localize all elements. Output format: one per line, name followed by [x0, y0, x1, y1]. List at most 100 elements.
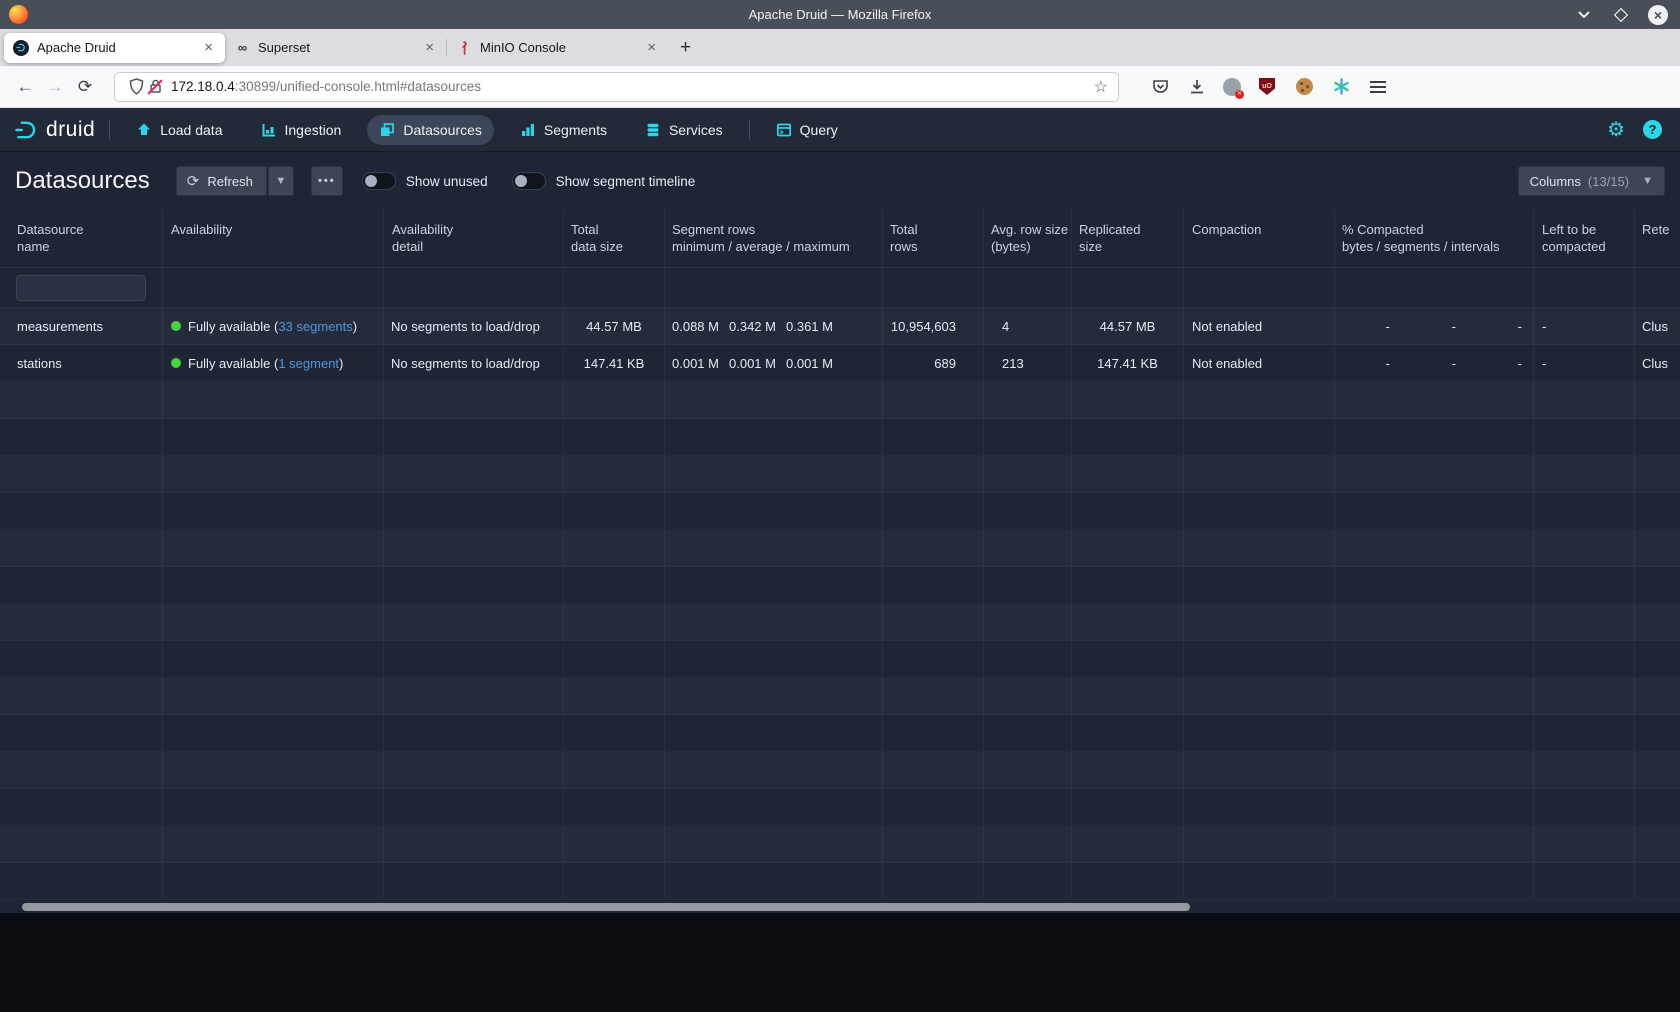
show-unused-toggle[interactable]	[362, 172, 396, 190]
empty-cell	[1184, 456, 1335, 492]
reload-button[interactable]: ⟳	[70, 72, 100, 102]
tab-label: MinIO Console	[480, 40, 644, 55]
column-header-left-to-be-compacted[interactable]: Left to becompacted	[1534, 210, 1635, 267]
empty-cell	[665, 456, 883, 492]
column-header-availability[interactable]: Availability	[163, 210, 384, 267]
shield-icon[interactable]	[125, 76, 147, 98]
nav-item-datasources[interactable]: Datasources	[367, 115, 494, 145]
empty-cell	[1635, 789, 1680, 825]
refresh-button[interactable]: ⟳ Refresh	[176, 166, 267, 196]
forward-button[interactable]: →	[40, 72, 70, 102]
new-tab-button[interactable]: +	[668, 37, 703, 59]
column-header-avg-row-size[interactable]: Avg. row size(bytes)	[984, 210, 1072, 267]
nav-item-segments[interactable]: Segments	[508, 115, 619, 145]
ingestion-icon	[261, 122, 277, 138]
settings-gear-icon[interactable]: ⚙	[1607, 120, 1625, 140]
nav-item-load-data[interactable]: Load data	[124, 115, 234, 145]
column-header-replicated-size[interactable]: Replicatedsize	[1072, 210, 1184, 267]
column-header-retention[interactable]: Rete	[1635, 210, 1680, 267]
back-button[interactable]: ←	[10, 72, 40, 102]
filter-cell	[984, 268, 1072, 307]
window-minimize-icon[interactable]	[1574, 5, 1594, 25]
show-segment-timeline-toggle[interactable]	[512, 172, 546, 190]
empty-cell	[1335, 493, 1534, 529]
nav-item-ingestion[interactable]: Ingestion	[249, 115, 354, 145]
nav-item-label: Ingestion	[285, 122, 342, 138]
empty-cell	[883, 789, 984, 825]
datasource-name-filter-input[interactable]	[16, 275, 146, 301]
empty-cell	[1335, 789, 1534, 825]
empty-cell	[1184, 493, 1335, 529]
window-close-icon[interactable]: ×	[1648, 5, 1668, 25]
empty-cell	[883, 863, 984, 899]
empty-cell	[1335, 678, 1534, 714]
ublock-origin-icon[interactable]: uO	[1256, 76, 1278, 98]
extension-account-icon[interactable]	[1223, 78, 1241, 96]
empty-table-row	[0, 530, 1680, 567]
column-header-total-rows[interactable]: Totalrows	[883, 210, 984, 267]
column-header-datasource-name[interactable]: Datasourcename	[0, 210, 163, 267]
column-header-total-data-size[interactable]: Totaldata size	[564, 210, 665, 267]
empty-cell	[384, 826, 564, 862]
empty-cell	[384, 715, 564, 751]
column-header-pct-compacted[interactable]: % Compactedbytes / segments / intervals	[1335, 210, 1534, 267]
empty-cell	[1635, 863, 1680, 899]
refresh-options-caret[interactable]: ▼	[268, 166, 294, 196]
empty-cell	[1635, 567, 1680, 603]
compaction-cell: Not enabled	[1184, 345, 1335, 381]
empty-cell	[1184, 530, 1335, 566]
empty-cell	[1072, 641, 1184, 677]
column-header-availability-detail[interactable]: Availabilitydetail	[384, 210, 564, 267]
window-maximize-icon[interactable]	[1611, 5, 1631, 25]
empty-cell	[1335, 419, 1534, 455]
segments-link[interactable]: 1 segment	[278, 356, 339, 371]
tab-close-icon[interactable]: ×	[422, 39, 437, 56]
filter-cell	[564, 268, 665, 307]
nav-item-query[interactable]: Query	[764, 115, 850, 145]
insecure-lock-icon[interactable]	[147, 79, 163, 95]
filter-cell	[1635, 268, 1680, 307]
column-header-compaction[interactable]: Compaction	[1184, 210, 1335, 267]
more-actions-button[interactable]: •••	[311, 166, 343, 196]
column-header-segment-rows[interactable]: Segment rowsminimum / average / maximum	[665, 210, 883, 267]
empty-cell	[163, 567, 384, 603]
empty-cell	[0, 678, 163, 714]
columns-button[interactable]: Columns (13/15) ▼	[1518, 166, 1665, 196]
nav-item-services[interactable]: Services	[633, 115, 735, 145]
empty-cell	[665, 641, 883, 677]
druid-logo[interactable]: druid	[14, 118, 95, 142]
bookmark-star-icon[interactable]: ☆	[1094, 77, 1108, 97]
empty-cell	[665, 493, 883, 529]
menu-icon[interactable]	[1367, 76, 1389, 98]
empty-cell	[163, 789, 384, 825]
empty-table-row	[0, 604, 1680, 641]
toggle-knob	[515, 175, 527, 187]
tab-superset[interactable]: ∞ Superset ×	[225, 33, 446, 63]
pocket-icon[interactable]	[1149, 76, 1171, 98]
cookie-extension-icon[interactable]	[1293, 76, 1315, 98]
horizontal-scrollbar-thumb[interactable]	[22, 903, 1190, 911]
tab-close-icon[interactable]: ×	[201, 39, 216, 56]
url-bar[interactable]: 172.18.0.4:30899/unified-console.html#da…	[114, 72, 1119, 102]
downloads-icon[interactable]	[1186, 76, 1208, 98]
datasource-row[interactable]: stationsFully available (1 segment)No se…	[0, 345, 1680, 382]
empty-cell	[1534, 863, 1635, 899]
tab-close-icon[interactable]: ×	[644, 39, 659, 56]
segments-link[interactable]: 33 segments	[278, 319, 352, 334]
asterisk-extension-icon[interactable]	[1330, 76, 1352, 98]
filter-cell	[1335, 268, 1534, 307]
empty-cell	[1072, 604, 1184, 640]
datasource-row[interactable]: measurementsFully available (33 segments…	[0, 308, 1680, 345]
help-icon[interactable]: ?	[1643, 120, 1662, 139]
empty-table-row	[0, 493, 1680, 530]
replicated-size-cell: 44.57 MB	[1072, 308, 1184, 344]
empty-cell	[1635, 752, 1680, 788]
tab-apache-druid[interactable]: Apache Druid ×	[4, 33, 225, 63]
retention-cell: Clus	[1635, 308, 1680, 344]
show-segment-timeline-label: Show segment timeline	[556, 174, 696, 189]
empty-cell	[1534, 567, 1635, 603]
empty-cell	[883, 678, 984, 714]
toggle-knob	[365, 175, 377, 187]
avg-row-size-cell: 213	[984, 345, 1072, 381]
tab-minio-console[interactable]: MinIO Console ×	[447, 33, 668, 63]
